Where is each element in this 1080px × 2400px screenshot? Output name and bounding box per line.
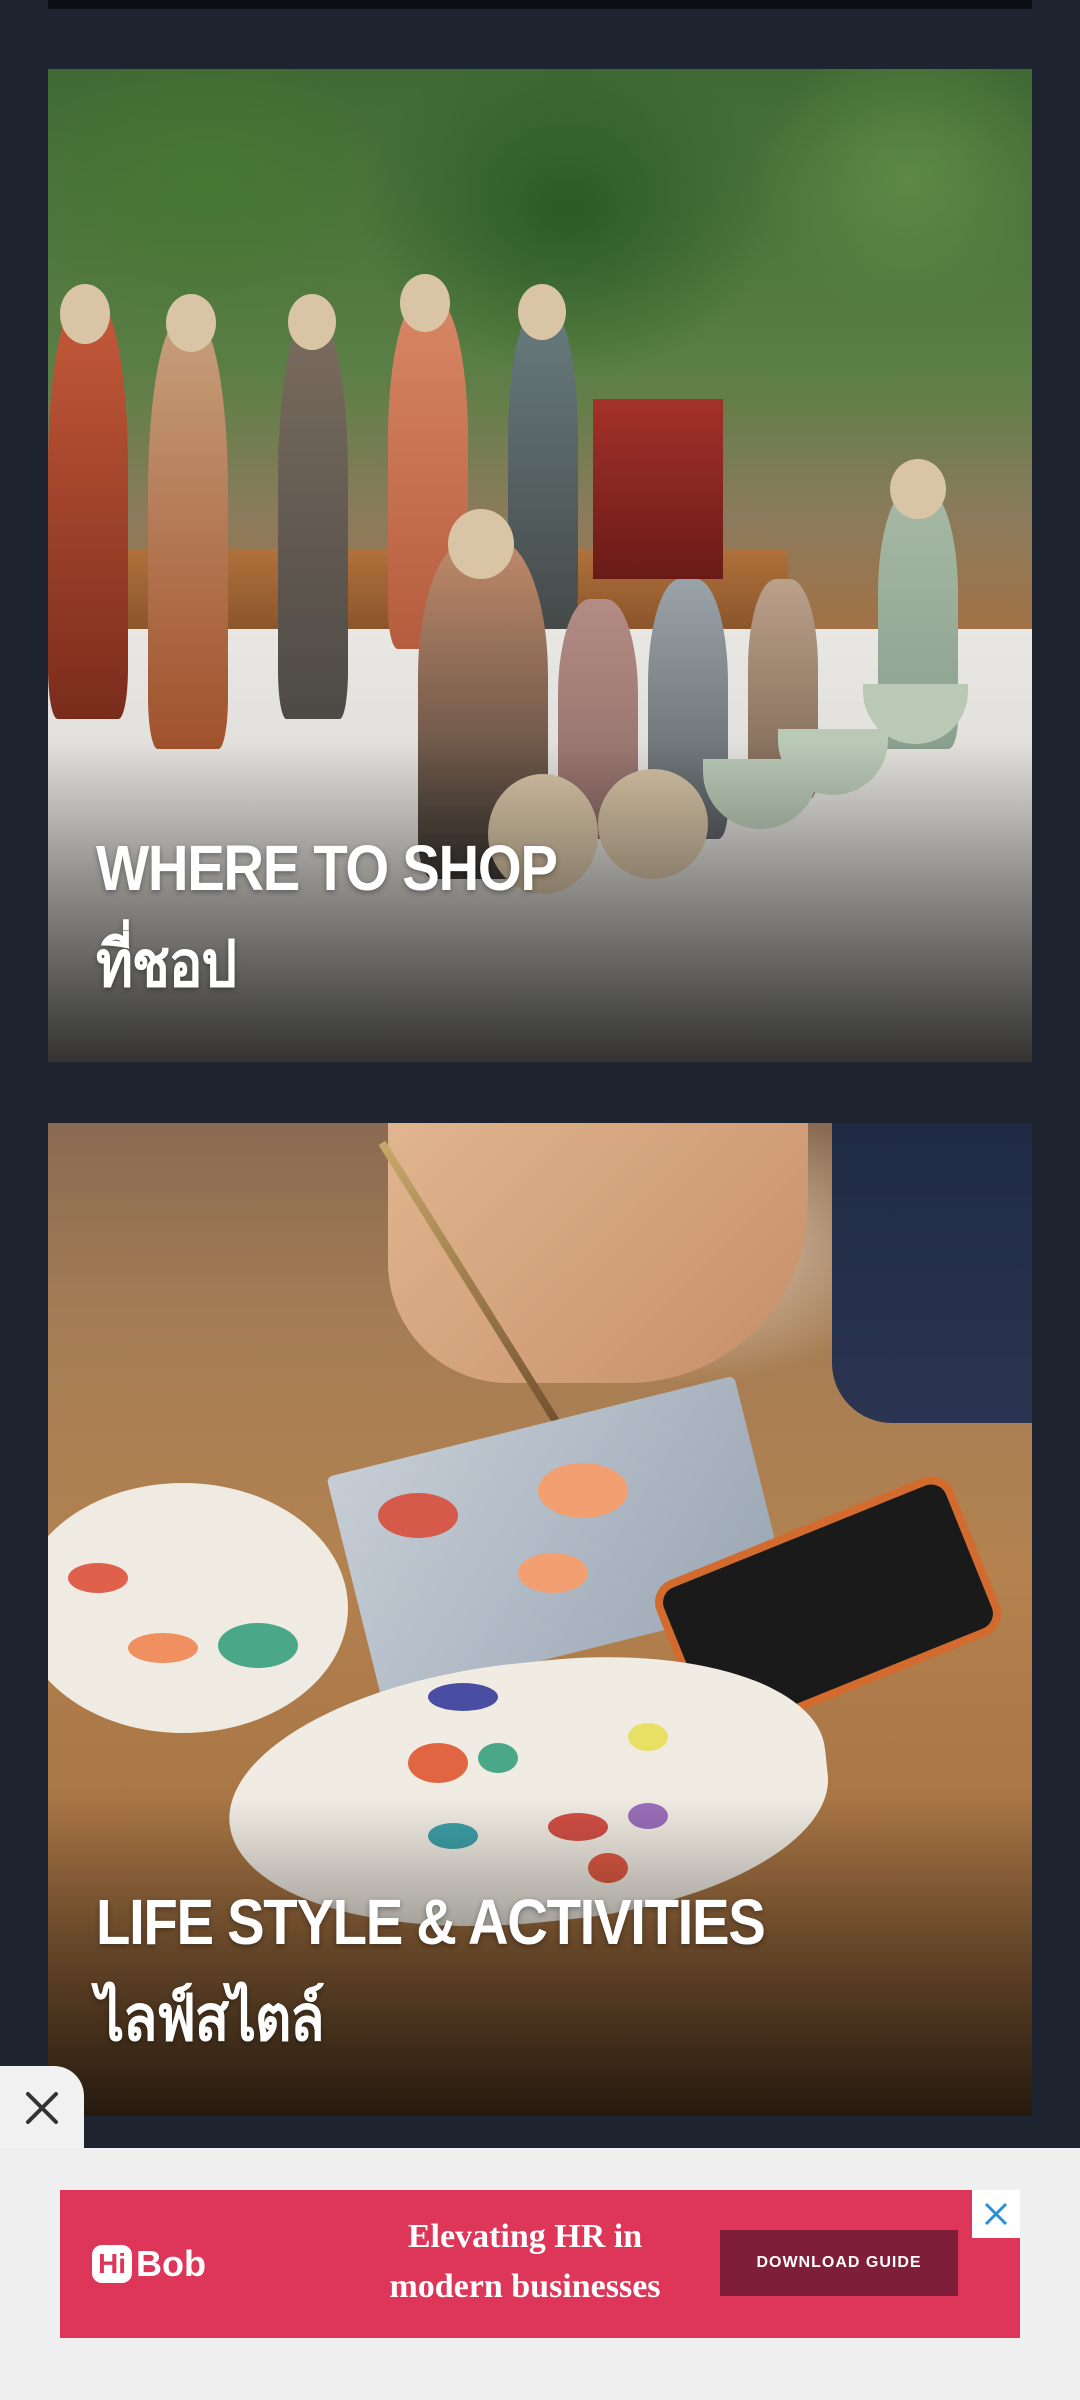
ad-headline-line1: Elevating HR in <box>407 2218 643 2255</box>
previous-card-edge <box>48 0 1032 9</box>
card-where-to-shop[interactable]: WHERE TO SHOP ที่ชอป <box>48 69 1032 1062</box>
hibob-logo: Hi Bob <box>92 2240 212 2288</box>
page: WHERE TO SHOP ที่ชอป LIFE STYLE & ACTIVI… <box>0 0 1080 2400</box>
close-icon <box>26 2092 58 2124</box>
ad-banner-container: Hi Bob Elevating HR in modern businesses… <box>0 2148 1080 2400</box>
card-caption: WHERE TO SHOP ที่ชอป <box>96 820 558 1012</box>
caption-english: LIFE STYLE & ACTIVITIES <box>96 1886 766 1958</box>
caption-english: WHERE TO SHOP <box>96 832 558 904</box>
close-icon <box>984 2202 1008 2226</box>
caption-thai: ที่ชอป <box>96 928 237 1000</box>
ad-close-button[interactable] <box>972 2190 1020 2238</box>
ad-headline-line2: modern businesses <box>389 2268 661 2305</box>
card-caption: LIFE STYLE & ACTIVITIES ไลฟ์สไตล์ <box>96 1874 766 2066</box>
caption-thai: ไลฟ์สไตล์ <box>96 1982 325 2054</box>
card-life-style-activities[interactable]: LIFE STYLE & ACTIVITIES ไลฟ์สไตล์ <box>48 1123 1032 2116</box>
ad-banner[interactable]: Hi Bob Elevating HR in modern businesses… <box>60 2190 1020 2338</box>
close-sticky-ad-button[interactable] <box>0 2066 84 2150</box>
ad-headline: Elevating HR in modern businesses <box>290 2212 760 2312</box>
download-guide-button[interactable]: DOWNLOAD GUIDE <box>720 2230 958 2296</box>
